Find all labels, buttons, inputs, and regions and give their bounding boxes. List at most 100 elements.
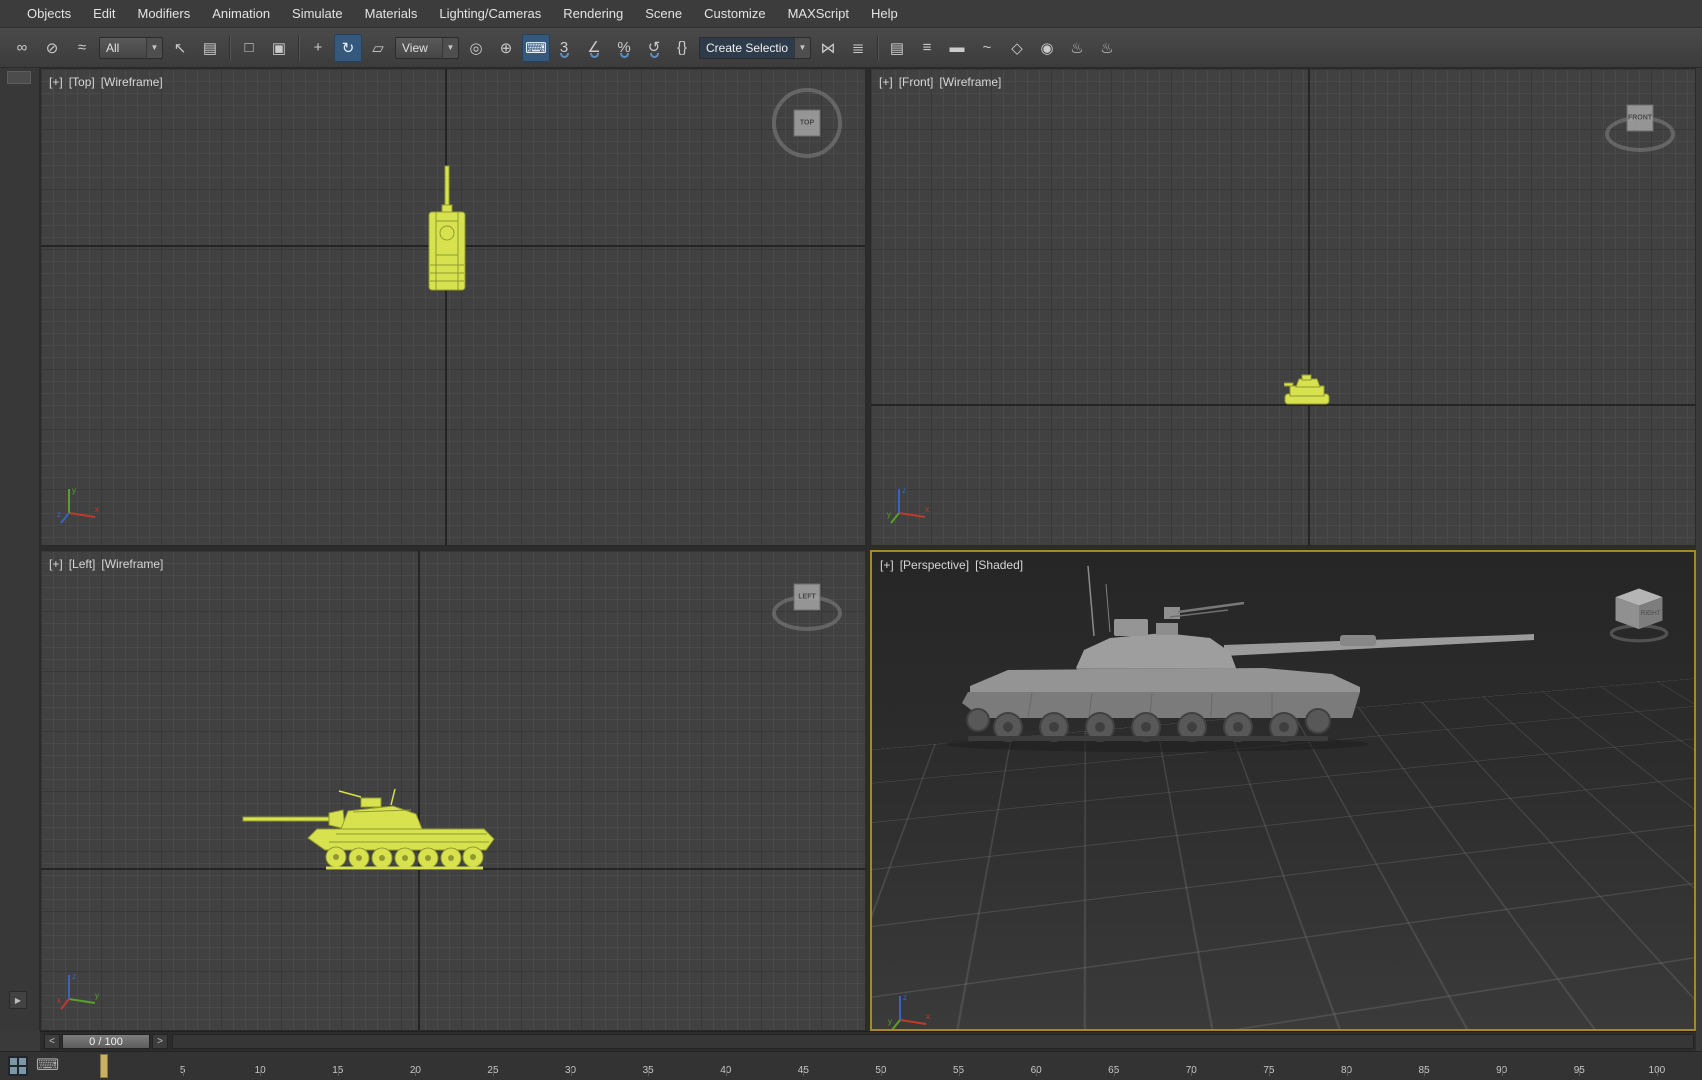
- coord-system-value: View: [402, 40, 428, 55]
- named-selection-sets-value: Create Selection Se: [706, 40, 788, 55]
- ruler-tick: 5: [166, 1065, 200, 1080]
- viewport-menu-general[interactable]: [+]: [879, 75, 893, 89]
- tank-model-left[interactable]: [241, 787, 541, 879]
- menu-simulate[interactable]: Simulate: [281, 1, 354, 26]
- viewport-layout-grid-icon[interactable]: [8, 1056, 28, 1076]
- unlink-selection-icon[interactable]: ⊘: [38, 34, 66, 62]
- viewport-layout-tabs-strip: ▶: [0, 68, 40, 1031]
- time-slider-handle[interactable]: 0 / 100: [62, 1034, 150, 1049]
- mirror-icon[interactable]: ⋈: [814, 34, 842, 62]
- viewport-perspective[interactable]: [+] [Perspective] [Shaded] RIGHT x z y: [870, 550, 1696, 1031]
- viewcube-face[interactable]: FRONT: [1626, 104, 1654, 132]
- select-and-move-icon[interactable]: +: [304, 34, 332, 62]
- menu-lighting-cameras[interactable]: Lighting/Cameras: [428, 1, 552, 26]
- select-and-manipulate-icon[interactable]: ⊕: [492, 34, 520, 62]
- toolbar-separator: [877, 34, 878, 61]
- menu-help[interactable]: Help: [860, 1, 909, 26]
- time-ruler[interactable]: 0510152025303540455055606570758085909510…: [88, 1052, 1674, 1080]
- use-pivot-point-center-icon[interactable]: ◎: [462, 34, 490, 62]
- select-and-link-icon[interactable]: ∞: [8, 34, 36, 62]
- menu-animation[interactable]: Animation: [201, 1, 281, 26]
- time-slider-row: < 0 / 100 >: [40, 1031, 1696, 1051]
- viewport-menu-shading[interactable]: [Wireframe]: [101, 75, 163, 89]
- menu-materials[interactable]: Materials: [354, 1, 429, 26]
- track-bar: ⌨ 05101520253035404550556065707580859095…: [0, 1051, 1702, 1080]
- menu-rendering[interactable]: Rendering: [552, 1, 634, 26]
- ruler-tick: 50: [864, 1065, 898, 1080]
- curve-editor-icon[interactable]: ~: [973, 34, 1001, 62]
- ruler-tick: 65: [1097, 1065, 1131, 1080]
- viewcube[interactable]: RIGHT: [1607, 580, 1671, 644]
- viewport-menu-general[interactable]: [+]: [49, 75, 63, 89]
- selection-filter-dropdown[interactable]: All ▼: [99, 36, 163, 59]
- select-by-name-icon[interactable]: ▤: [196, 34, 224, 62]
- menu-customize[interactable]: Customize: [693, 1, 776, 26]
- tank-model-top[interactable]: [425, 165, 469, 297]
- viewport-menu-shading[interactable]: [Wireframe]: [101, 557, 163, 571]
- keyboard-icon[interactable]: ⌨: [36, 1058, 59, 1074]
- chevron-down-icon: ▼: [794, 37, 810, 58]
- toggle-ribbon-icon[interactable]: ▬: [943, 34, 971, 62]
- viewcube[interactable]: TOP: [769, 85, 845, 161]
- viewport-menu-pov[interactable]: [Front]: [899, 75, 934, 89]
- bind-to-space-warp-icon[interactable]: ≈: [68, 34, 96, 62]
- viewport-menu-shading[interactable]: [Wireframe]: [939, 75, 1001, 89]
- 3ds-max-window: Objects Edit Modifiers Animation Simulate Mat…: [0, 0, 1702, 1080]
- time-slider-track[interactable]: [172, 1034, 1694, 1049]
- angle-snap-icon[interactable]: ∠: [580, 34, 608, 62]
- toggle-scene-explorer-icon[interactable]: ▤: [883, 34, 911, 62]
- viewcube-face[interactable]: LEFT: [793, 583, 821, 611]
- edit-named-selection-sets-icon[interactable]: {}: [668, 34, 696, 62]
- expand-panel-arrow-icon[interactable]: ▶: [9, 991, 27, 1009]
- previous-frame-button[interactable]: <: [44, 1034, 60, 1049]
- percent-snap-icon[interactable]: %: [610, 34, 638, 62]
- snap-toggle-3d-icon[interactable]: 3: [550, 34, 578, 62]
- keyboard-shortcut-override-icon[interactable]: ⌨: [522, 33, 550, 62]
- render-setup-icon[interactable]: ♨: [1063, 34, 1091, 62]
- viewport-left[interactable]: [+] [Left] [Wireframe] LEFT y z x: [40, 550, 866, 1031]
- svg-text:y: y: [888, 1017, 892, 1026]
- current-frame-marker[interactable]: [100, 1054, 108, 1078]
- viewport-menu-pov[interactable]: [Perspective]: [900, 558, 969, 572]
- chevron-down-icon: ▼: [442, 37, 458, 58]
- viewport-menu-general[interactable]: [+]: [880, 558, 894, 572]
- material-editor-icon[interactable]: ◉: [1033, 34, 1061, 62]
- viewport-label: [+] [Front] [Wireframe]: [879, 75, 1001, 89]
- track-bar-icons: ⌨: [0, 1052, 88, 1080]
- viewcube[interactable]: LEFT: [769, 565, 845, 641]
- window-crossing-toggle-icon[interactable]: ▣: [265, 34, 293, 62]
- reference-coordinate-system-dropdown[interactable]: View ▼: [395, 36, 459, 59]
- spinner-snap-icon[interactable]: ↺: [640, 34, 668, 62]
- viewport-menu-shading[interactable]: [Shaded]: [975, 558, 1023, 572]
- tank-model-perspective[interactable]: [912, 560, 1552, 760]
- menu-edit[interactable]: Edit: [82, 1, 126, 26]
- viewcube-face[interactable]: TOP: [793, 109, 821, 137]
- next-frame-button[interactable]: >: [152, 1034, 168, 1049]
- toggle-layer-explorer-icon[interactable]: ≡: [913, 34, 941, 62]
- select-and-scale-icon[interactable]: ▱: [364, 34, 392, 62]
- viewport-menu-pov[interactable]: [Top]: [69, 75, 95, 89]
- named-selection-sets-dropdown[interactable]: Create Selection Se ▼: [699, 36, 811, 59]
- select-object-icon[interactable]: ↖: [166, 34, 194, 62]
- svg-text:RIGHT: RIGHT: [1641, 610, 1661, 617]
- viewcube[interactable]: FRONT: [1602, 86, 1678, 162]
- menu-maxscript[interactable]: MAXScript: [777, 1, 860, 26]
- viewport-menu-pov[interactable]: [Left]: [69, 557, 96, 571]
- align-icon[interactable]: ≣: [844, 34, 872, 62]
- tank-model-front[interactable]: [1284, 373, 1330, 407]
- magnet-accent-icon: [620, 52, 629, 58]
- viewport-front[interactable]: [+] [Front] [Wireframe] FRONT x z y: [870, 68, 1696, 546]
- schematic-view-icon[interactable]: ◇: [1003, 34, 1031, 62]
- menu-scene[interactable]: Scene: [634, 1, 693, 26]
- svg-text:x: x: [95, 505, 99, 514]
- viewport-top[interactable]: [+] [Top] [Wireframe] TOP x y z: [40, 68, 866, 546]
- grid-axis-horizontal: [871, 404, 1695, 406]
- rectangular-selection-region-icon[interactable]: □: [235, 34, 263, 62]
- menu-objects[interactable]: Objects: [16, 1, 82, 26]
- viewport-menu-general[interactable]: [+]: [49, 557, 63, 571]
- menu-modifiers[interactable]: Modifiers: [126, 1, 201, 26]
- select-and-rotate-icon[interactable]: ↻: [334, 33, 362, 62]
- selection-filter-value: All: [106, 40, 120, 55]
- viewport-layout-tab[interactable]: [7, 71, 31, 84]
- render-production-icon[interactable]: ♨: [1093, 34, 1121, 62]
